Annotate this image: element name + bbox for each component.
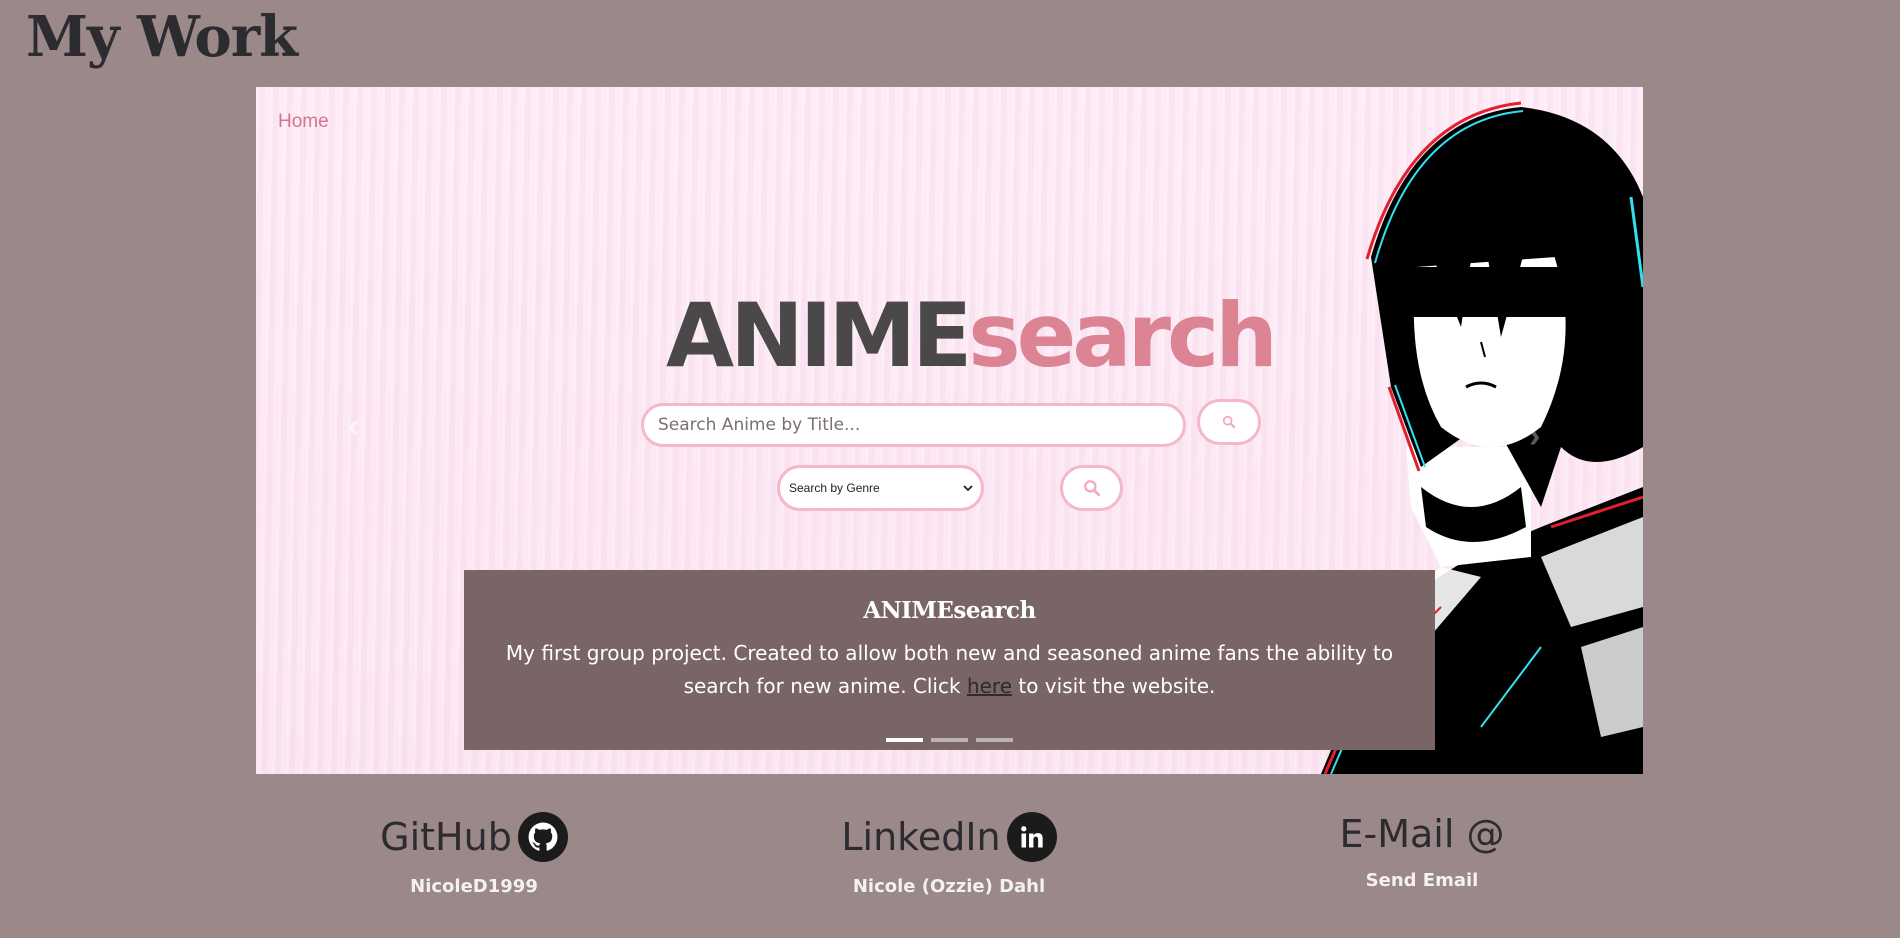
genre-select[interactable]: Search by Genre xyxy=(777,465,984,511)
slide-indicator-3[interactable] xyxy=(976,738,1013,742)
logo-part-anime: ANIME xyxy=(666,284,972,387)
carousel-indicators xyxy=(256,738,1643,742)
email-contact[interactable]: E-Mail @ Send Email xyxy=(1222,812,1622,891)
animesearch-logo: ANIMEsearch xyxy=(666,292,1278,380)
search-icon xyxy=(1083,480,1100,497)
linkedin-contact[interactable]: LinkedIn Nicole (Ozzie) Dahl xyxy=(749,812,1149,897)
search-genre-button[interactable] xyxy=(1060,465,1123,511)
carousel-next-arrow[interactable]: › xyxy=(1529,417,1540,456)
slide-indicator-1[interactable] xyxy=(886,738,923,742)
github-label: GitHub xyxy=(380,815,512,859)
slide-indicator-2[interactable] xyxy=(931,738,968,742)
github-username[interactable]: NicoleD1999 xyxy=(274,876,674,897)
caption-text-before: My first group project. Created to allow… xyxy=(505,641,1394,698)
linkedin-name[interactable]: Nicole (Ozzie) Dahl xyxy=(749,876,1149,897)
caption-text-after: to visit the website. xyxy=(1012,674,1216,698)
visit-website-link[interactable]: here xyxy=(967,674,1012,698)
slide-caption: ANIMEsearch My first group project. Crea… xyxy=(464,570,1435,750)
github-contact[interactable]: GitHub NicoleD1999 xyxy=(274,812,674,897)
github-icon[interactable] xyxy=(517,812,568,862)
send-email-link[interactable]: Send Email xyxy=(1222,870,1622,891)
project-carousel[interactable]: Home ANIMEsearch Search by Genre xyxy=(256,87,1643,774)
chevron-down-icon xyxy=(963,485,973,492)
nav-home-link[interactable]: Home xyxy=(278,111,329,133)
linkedin-icon[interactable] xyxy=(1006,812,1057,862)
genre-select-value: Search by Genre xyxy=(789,481,880,495)
search-title-input[interactable] xyxy=(641,403,1186,447)
page-title: My Work xyxy=(26,4,298,70)
logo-part-search: search xyxy=(968,284,1278,387)
linkedin-label: LinkedIn xyxy=(841,815,1001,859)
caption-title: ANIMEsearch xyxy=(863,597,1036,624)
search-title-button[interactable] xyxy=(1197,399,1261,445)
email-label: E-Mail @ xyxy=(1339,812,1505,856)
carousel-prev-arrow[interactable]: ‹ xyxy=(348,407,359,446)
search-icon xyxy=(1222,415,1236,429)
caption-text: My first group project. Created to allow… xyxy=(480,637,1420,703)
